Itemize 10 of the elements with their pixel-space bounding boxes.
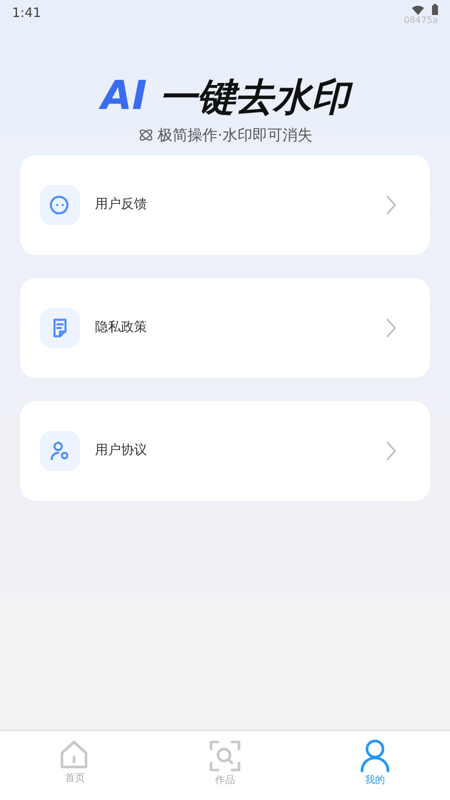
subtitle: 极简操作·水印即可消失 bbox=[158, 125, 312, 146]
build-code: 08475a bbox=[404, 15, 438, 28]
menu-label: 用户协议 bbox=[95, 442, 148, 460]
title-accent: AI bbox=[101, 76, 147, 116]
menu-label: 用户反馈 bbox=[95, 196, 148, 214]
menu-card[interactable]: 用户反馈 bbox=[20, 154, 430, 254]
menu-card[interactable]: 隐私政策 bbox=[20, 278, 430, 378]
menu-label: 隐私政策 bbox=[95, 318, 148, 337]
status-time: 1:41 bbox=[12, 5, 42, 23]
menu-card[interactable]: 用户协议 bbox=[20, 400, 430, 500]
